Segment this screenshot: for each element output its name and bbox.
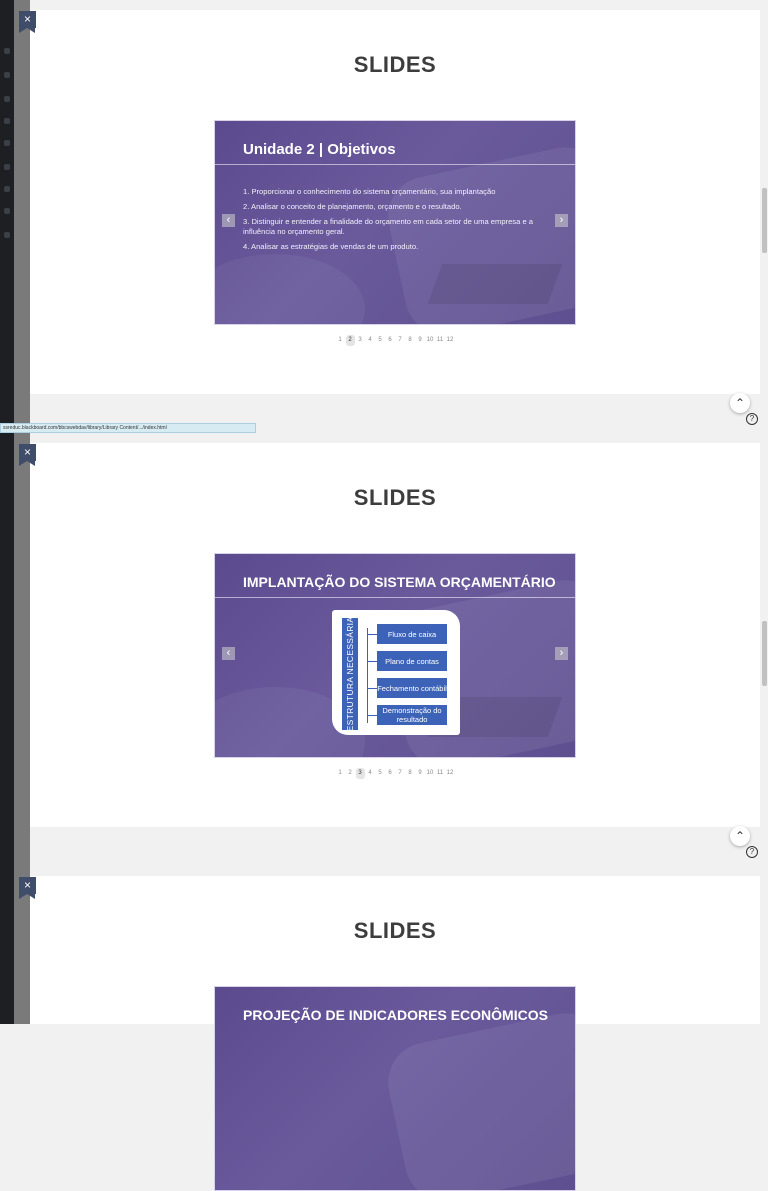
page-link[interactable]: 11 bbox=[436, 768, 445, 779]
slide-background-art bbox=[380, 1005, 575, 1190]
slides-panel-3: SLIDES PROJEÇÃO DE INDICADORES ECONÔMICO… bbox=[30, 876, 760, 1191]
page-link[interactable]: 1 bbox=[336, 335, 345, 346]
page-link[interactable]: 3 bbox=[356, 335, 365, 346]
diagram-box: Plano de contas bbox=[377, 651, 447, 671]
page-link[interactable]: 7 bbox=[396, 335, 405, 346]
toolbar-icon[interactable] bbox=[4, 208, 10, 214]
status-url: ssreduc.blackboard.com/bbcswebdav/librar… bbox=[0, 423, 256, 433]
page-link[interactable]: 9 bbox=[416, 768, 425, 779]
prev-slide-button[interactable]: ‹ bbox=[222, 214, 235, 227]
page-link-active[interactable]: 3 bbox=[355, 768, 365, 779]
toolbar-icon[interactable] bbox=[4, 140, 10, 146]
page-link[interactable]: 1 bbox=[336, 768, 345, 779]
scrollbar-thumb[interactable] bbox=[762, 621, 767, 686]
page-link[interactable]: 6 bbox=[386, 335, 395, 346]
objectives-list: 1. Proporcionar o conhecimento do sistem… bbox=[243, 187, 553, 257]
toolbar-icon[interactable] bbox=[4, 118, 10, 124]
help-icon[interactable]: ? bbox=[746, 413, 758, 425]
scroll-top-button[interactable]: ⌃ bbox=[730, 393, 750, 413]
diagram-connector bbox=[367, 628, 368, 723]
slide-pager: 1 2 3 4 5 6 7 8 9 10 11 12 bbox=[30, 768, 760, 779]
slides-panel-2: SLIDES IMPLANTAÇÃO DO SISTEMA ORÇAMENTÁR… bbox=[30, 443, 760, 827]
slides-panel-1: SLIDES Unidade 2 | Objetivos 1. Proporci… bbox=[30, 10, 760, 394]
scroll-top-button[interactable]: ⌃ bbox=[730, 826, 750, 846]
toolbar-icon[interactable] bbox=[4, 186, 10, 192]
diagram-box: Fechamento contábil bbox=[377, 678, 447, 698]
toolbar-icon[interactable] bbox=[4, 232, 10, 238]
page-link[interactable]: 10 bbox=[426, 768, 435, 779]
page-link[interactable]: 4 bbox=[366, 768, 375, 779]
scrollbar[interactable] bbox=[761, 443, 768, 868]
panel-title: SLIDES bbox=[353, 52, 437, 77]
page-link[interactable]: 2 bbox=[346, 768, 355, 779]
slide-background-art bbox=[427, 264, 563, 304]
page-link[interactable]: 9 bbox=[416, 335, 425, 346]
page-link[interactable]: 7 bbox=[396, 768, 405, 779]
slide-projecao: PROJEÇÃO DE INDICADORES ECONÔMICOS bbox=[214, 986, 576, 1191]
slide-background-art bbox=[215, 254, 365, 324]
close-button[interactable]: × bbox=[19, 444, 36, 466]
close-button[interactable]: × bbox=[19, 11, 36, 33]
list-item: 4. Analisar as estratégias de vendas de … bbox=[243, 242, 419, 251]
diagram-box: Demonstração do resultado bbox=[377, 705, 447, 725]
slide-implantacao: IMPLANTAÇÃO DO SISTEMA ORÇAMENTÁRIO ESTR… bbox=[214, 553, 576, 758]
list-item: 1. Proporcionar o conhecimento do sistem… bbox=[243, 187, 496, 196]
page-link-active[interactable]: 2 bbox=[345, 335, 355, 346]
overlay-edge bbox=[14, 0, 30, 1024]
toolbar-icon[interactable] bbox=[4, 48, 10, 54]
page-link[interactable]: 12 bbox=[446, 768, 455, 779]
page-link[interactable]: 8 bbox=[406, 768, 415, 779]
diagram-connector bbox=[367, 634, 377, 635]
slide-divider bbox=[215, 597, 575, 598]
page-link[interactable]: 12 bbox=[446, 335, 455, 346]
page-link[interactable]: 11 bbox=[436, 335, 445, 346]
slide-heading: Unidade 2 | Objetivos bbox=[243, 141, 396, 158]
left-toolbar bbox=[0, 0, 14, 1024]
slide-pager: 1 2 3 4 5 6 7 8 9 10 11 12 bbox=[30, 335, 760, 346]
page-link[interactable]: 4 bbox=[366, 335, 375, 346]
page-link[interactable]: 5 bbox=[376, 768, 385, 779]
slide-heading: PROJEÇÃO DE INDICADORES ECONÔMICOS bbox=[243, 1007, 548, 1023]
help-icon[interactable]: ? bbox=[746, 846, 758, 858]
structure-diagram: ESTRUTURA NECESSÁRIA Fluxo de caixa Plan… bbox=[332, 610, 460, 735]
prev-slide-button[interactable]: ‹ bbox=[222, 647, 235, 660]
scrollbar-thumb[interactable] bbox=[762, 188, 767, 253]
scrollbar[interactable] bbox=[761, 10, 768, 430]
diagram-connector bbox=[367, 715, 377, 716]
diagram-box: Fluxo de caixa bbox=[377, 624, 447, 644]
page-link[interactable]: 10 bbox=[426, 335, 435, 346]
slide-heading: IMPLANTAÇÃO DO SISTEMA ORÇAMENTÁRIO bbox=[243, 574, 556, 590]
panel-title: SLIDES bbox=[353, 485, 437, 510]
list-item: 3. Distinguir e entender a finalidade do… bbox=[243, 217, 533, 236]
panel-title: SLIDES bbox=[353, 918, 437, 943]
list-item: 2. Analisar o conceito de planejamento, … bbox=[243, 202, 462, 211]
diagram-root-label: ESTRUTURA NECESSÁRIA bbox=[345, 616, 355, 732]
next-slide-button[interactable]: › bbox=[555, 647, 568, 660]
toolbar-icon[interactable] bbox=[4, 72, 10, 78]
page-link[interactable]: 5 bbox=[376, 335, 385, 346]
page-link[interactable]: 6 bbox=[386, 768, 395, 779]
slide-objetivos: Unidade 2 | Objetivos 1. Proporcionar o … bbox=[214, 120, 576, 325]
slide-divider bbox=[215, 164, 575, 165]
next-slide-button[interactable]: › bbox=[555, 214, 568, 227]
toolbar-icon[interactable] bbox=[4, 96, 10, 102]
diagram-connector bbox=[367, 661, 377, 662]
page-link[interactable]: 8 bbox=[406, 335, 415, 346]
diagram-root-box: ESTRUTURA NECESSÁRIA bbox=[342, 616, 358, 732]
close-button[interactable]: × bbox=[19, 877, 36, 899]
toolbar-icon[interactable] bbox=[4, 164, 10, 170]
diagram-connector bbox=[367, 688, 377, 689]
